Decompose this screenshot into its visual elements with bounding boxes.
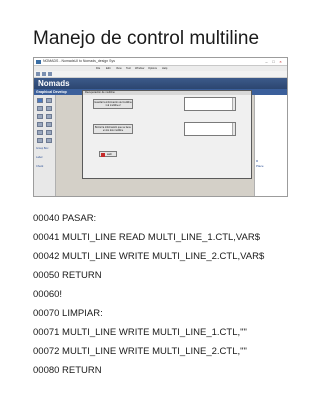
code-line: 00041 MULTI_LINE READ MULTI_LINE_1.CTL,V… [33,232,261,243]
code-line: 00060! [33,289,63,300]
multiline-2-input[interactable] [184,122,236,136]
embedded-screenshot: NOMADS - NomadsUI to Nomads_design Sys –… [33,57,288,197]
radio-tool-icon[interactable] [46,114,52,119]
maximize-button[interactable]: □ [271,59,276,64]
multiline-1-input[interactable] [184,97,236,111]
copy-multiline-button[interactable]: Guardar la información del multiline 1 a… [93,99,133,109]
exit-button[interactable]: salir [99,151,117,157]
combobox-tool-icon[interactable] [46,122,52,127]
code-line: 00040 PASAR: [33,213,97,224]
open-icon[interactable] [42,72,46,76]
toolbar [34,71,287,78]
new-icon[interactable] [36,72,40,76]
app-banner: Nomads [34,78,287,89]
properties-panel: R Place [254,95,287,196]
scrollbar[interactable] [232,98,235,110]
properties-label-2: Place [256,164,264,168]
code-line: 00080 RETURN [33,365,102,376]
palette-label-label: Label [36,156,43,159]
code-line: 00050 RETURN [33,270,102,281]
palette-label-check: Check [36,165,44,168]
palette-label-group-box: Group Box [36,147,49,150]
window-titlebar: NOMADS - NomadsUI to Nomads_design Sys –… [34,58,287,66]
close-button[interactable]: × [278,59,283,64]
checkbox-tool-icon[interactable] [37,114,43,119]
multiline-tool-icon[interactable] [37,130,43,135]
document-title: Manejo de control multiline [33,28,260,49]
form-title: Recuperación de multiline [83,91,251,95]
clear-multiline-button[interactable]: Borrar la información que se tiene en lo… [93,124,133,134]
app-icon [36,59,41,64]
listbox-tool-icon[interactable] [37,122,43,127]
scrollbar[interactable] [232,123,235,135]
minimize-button[interactable]: – [264,59,269,64]
save-icon[interactable] [48,72,52,76]
code-line: 00071 MULTI_LINE WRITE MULTI_LINE_1.CTL,… [33,327,247,338]
exit-icon [101,153,105,157]
exit-button-label: salir [107,153,112,156]
app-name: Nomads [38,79,70,88]
button-tool-icon[interactable] [37,106,43,111]
control-palette: Group Box Label Check [34,95,56,196]
image-tool-icon[interactable] [46,130,52,135]
code-line: 00070 LIMPIAR: [33,308,103,319]
code-line: 00042 MULTI_LINE WRITE MULTI_LINE_2.CTL,… [33,251,265,262]
properties-label-1: R [256,159,259,163]
window-title: NOMADS - NomadsUI to Nomads_design Sys [43,59,115,63]
text-tool-icon[interactable] [46,98,52,103]
pointer-tool-icon[interactable] [37,98,43,103]
tree-tool-icon[interactable] [46,138,52,143]
design-form: Recuperación de multiline Guardar la inf… [82,90,252,179]
label-tool-icon[interactable] [46,106,52,111]
code-line: 00072 MULTI_LINE WRITE MULTI_LINE_2.CTL,… [33,346,247,357]
grid-tool-icon[interactable] [37,138,43,143]
